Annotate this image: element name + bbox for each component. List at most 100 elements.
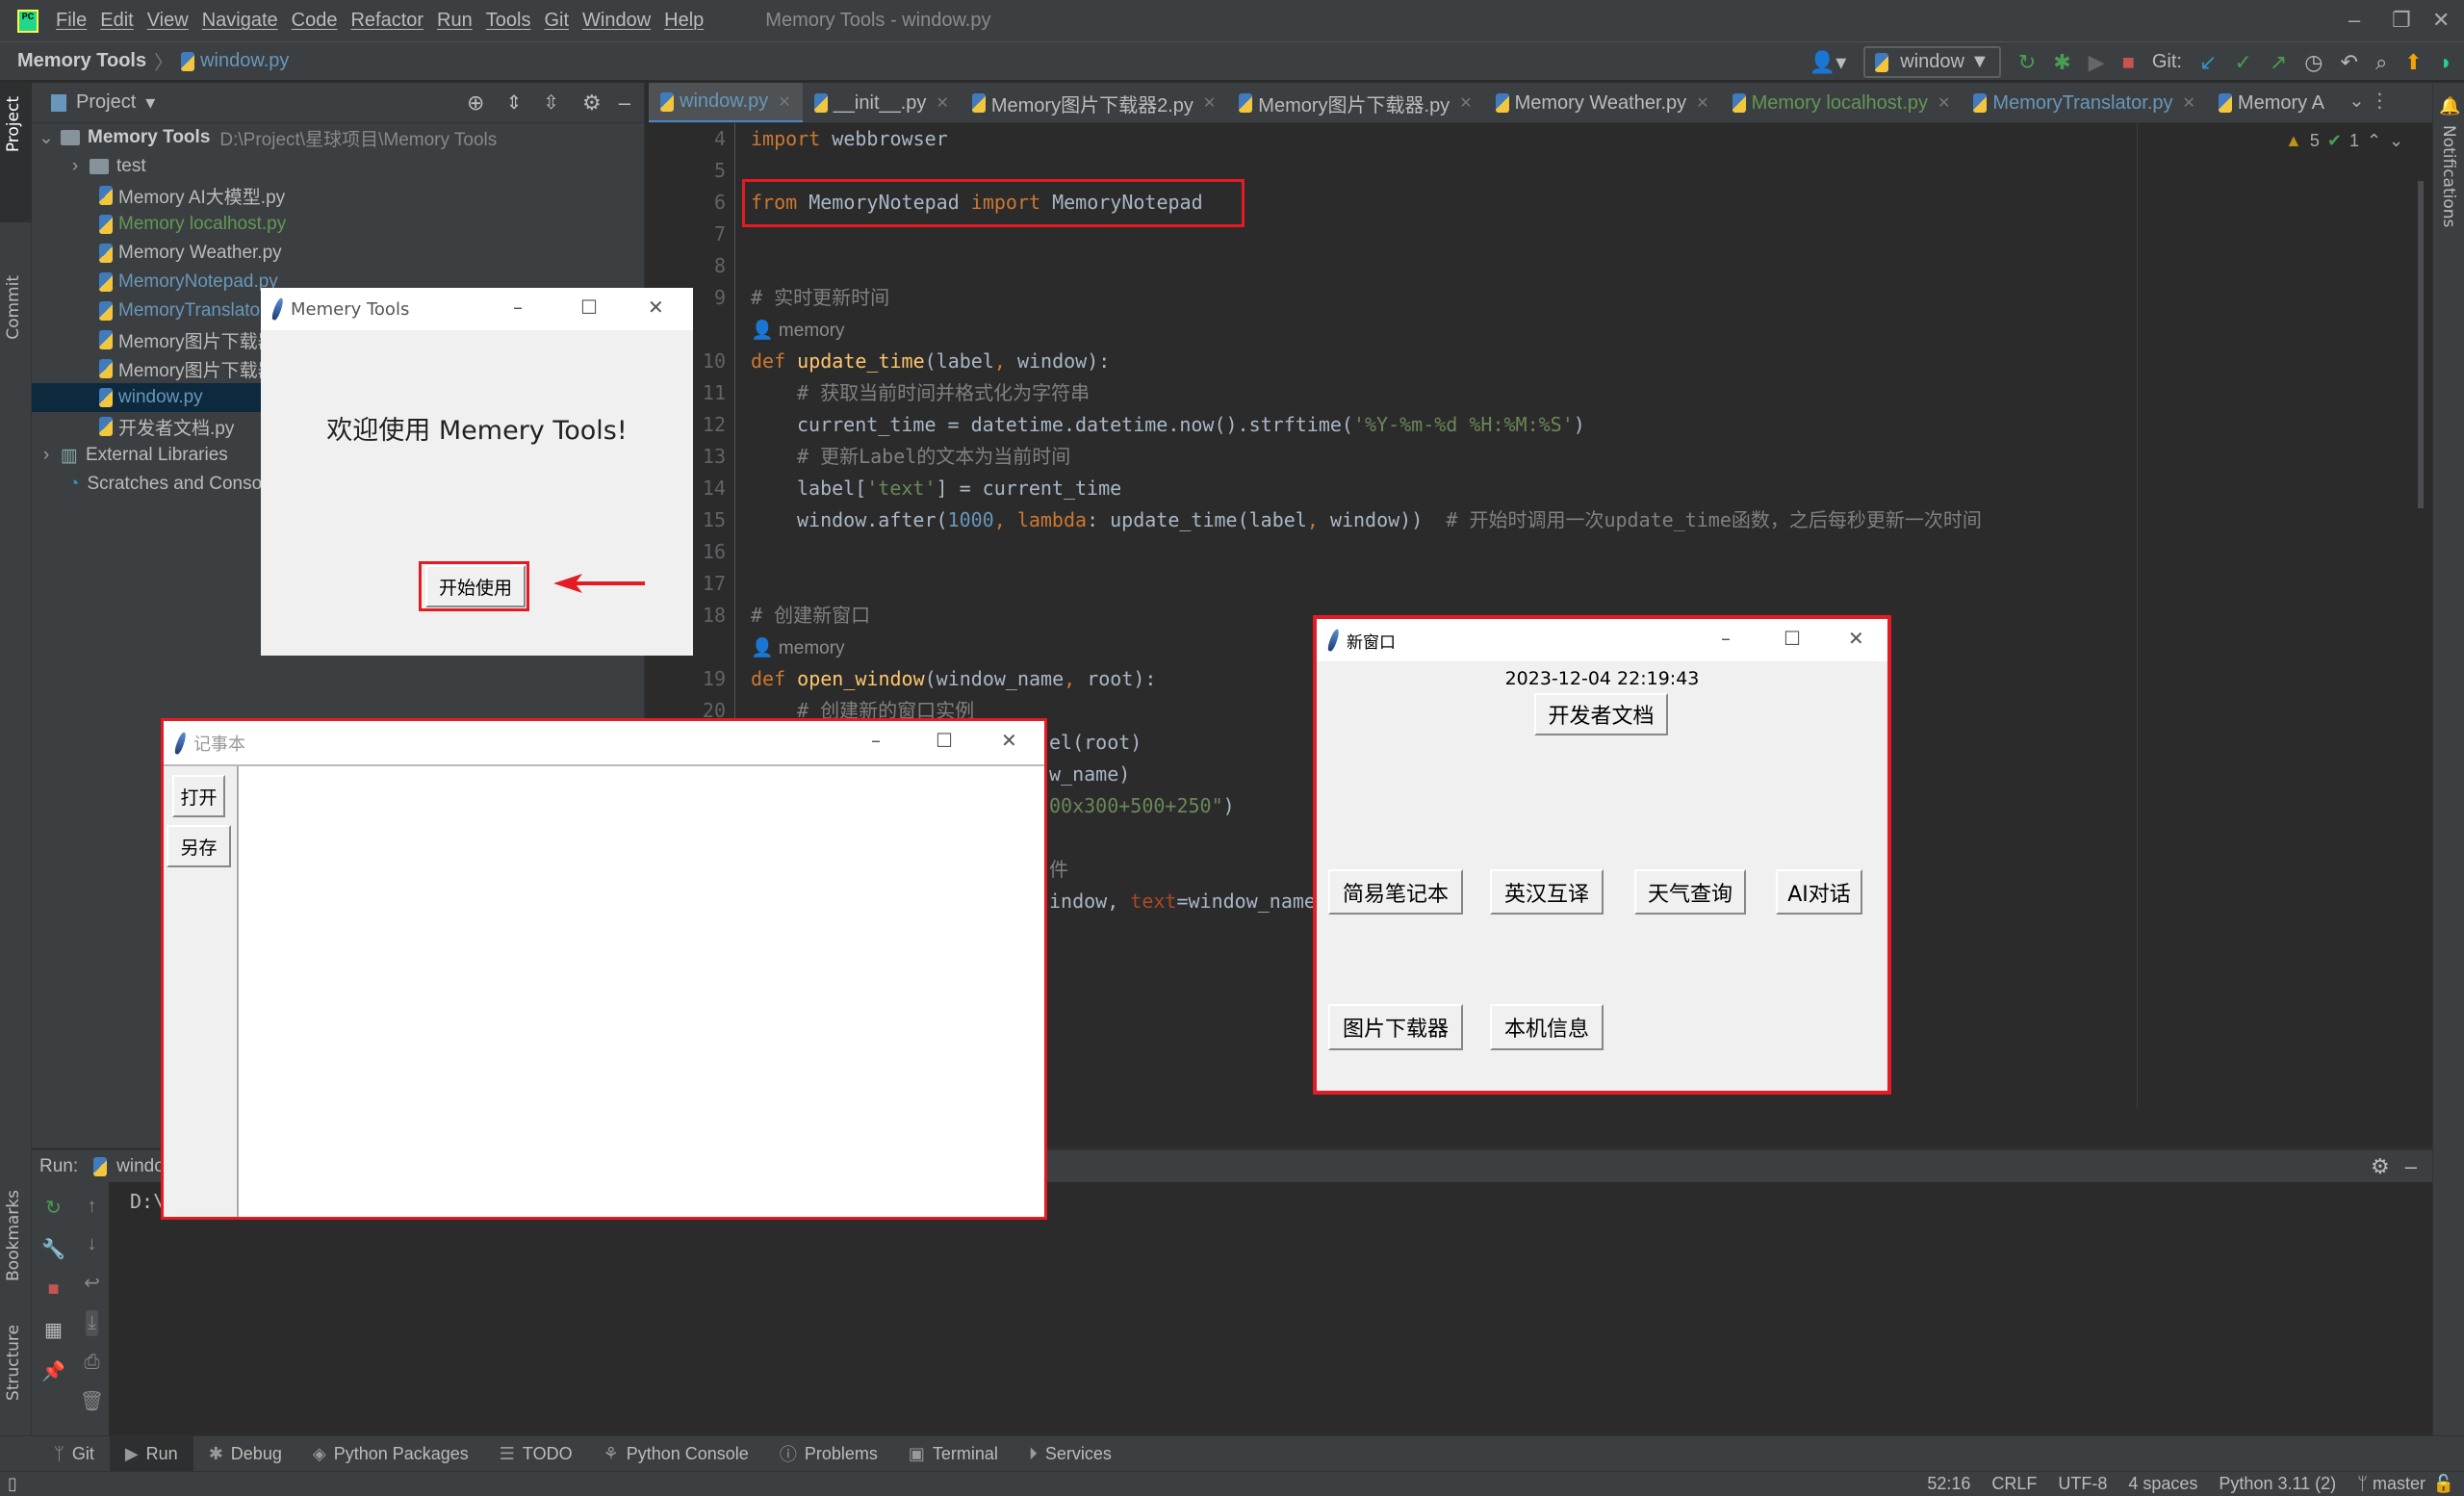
save-as-button[interactable]: 另存 [167,825,231,867]
close-button[interactable]: ✕ [648,296,664,319]
menu-git[interactable]: Git [544,10,569,32]
close-tab-icon[interactable]: ✕ [1938,93,1950,113]
close-button[interactable]: ✕ [1848,627,1864,650]
system-info-button[interactable]: 本机信息 [1490,1004,1604,1050]
close-tab-icon[interactable]: ✕ [778,92,790,112]
next-highlight-icon[interactable]: ⌄ [2389,131,2403,151]
git-commit-icon[interactable]: ✓ [2234,50,2251,75]
git-branch[interactable]: ᛘ master [2357,1474,2426,1494]
lock-icon[interactable]: 🔓 [2433,1474,2454,1494]
maximize-button[interactable]: ☐ [936,729,953,752]
layout-icon[interactable]: ▦ [44,1318,63,1342]
minimize-button[interactable]: – [1721,627,1731,650]
menu-help[interactable]: Help [664,10,704,32]
restore-button[interactable]: ❐ [2392,8,2411,33]
tree-item[interactable]: Memory AI大模型.py [32,181,644,210]
title-bar[interactable]: 记事本 – ☐ ✕ [164,721,1044,766]
pin-icon[interactable]: 📌 [41,1359,65,1383]
close-button[interactable]: ✕ [1001,729,1017,752]
menu-refactor[interactable]: Refactor [350,10,424,32]
prev-highlight-icon[interactable]: ⌃ [2367,131,2381,151]
print-icon[interactable]: ⎙ [85,1352,100,1374]
project-tool-button[interactable]: Project [4,96,23,152]
expand-all-icon[interactable]: ⇕ [505,90,522,115]
editor-tab[interactable]: Memory A [2207,83,2336,122]
ai-chat-button[interactable]: AI对话 [1776,869,1862,915]
close-button[interactable]: ✕ [2432,8,2450,33]
image-downloader-button[interactable]: 图片下载器 [1328,1004,1463,1050]
hide-panel-icon[interactable]: – [619,90,630,116]
close-tab-icon[interactable]: ✕ [1203,93,1216,113]
history-icon[interactable]: ◷ [2304,50,2323,75]
soft-wrap-icon[interactable]: ↩ [84,1271,100,1295]
collapse-all-icon[interactable]: ⇳ [543,90,559,115]
bottom-tab-git[interactable]: ᛘ Git [38,1436,110,1472]
menu-file[interactable]: File [56,10,87,32]
rerun-icon[interactable]: ↻ [45,1196,62,1220]
editor-tab[interactable]: MemoryTranslator.py ✕ [1962,83,2207,122]
jetbrains-icon[interactable]: ◗ [2440,50,2452,75]
user-icon[interactable]: 👤▾ [1810,50,1846,75]
maximize-button[interactable]: ☐ [580,296,598,319]
run-config-select[interactable]: window ▼ [1863,46,2001,78]
file-encoding[interactable]: UTF-8 [2058,1474,2107,1494]
tree-item[interactable]: Memory localhost.py [32,210,644,239]
rerun-icon[interactable]: ↻ [2018,50,2036,75]
chevron-right-icon[interactable]: › [32,445,61,466]
developer-docs-button[interactable]: 开发者文档 [1534,693,1668,735]
editor-tab[interactable]: Memory图片下载器2.py ✕ [961,83,1227,122]
trash-icon[interactable]: 🗑 [80,1389,104,1413]
tabs-overflow-icon[interactable]: ⌄ ⋮ [2348,89,2389,113]
bottom-tab-terminal[interactable]: ▣ Terminal [893,1436,1014,1472]
bottom-tab-debug[interactable]: ✱ Debug [193,1436,297,1472]
hide-panel-icon[interactable]: – [2405,1154,2417,1179]
menu-window[interactable]: Window [582,10,651,32]
minimize-button[interactable]: – [871,729,881,752]
menu-tools[interactable]: Tools [486,10,531,32]
git-update-icon[interactable]: ↙ [2199,50,2217,75]
bottom-tab-python-console[interactable]: ⚘ Python Console [588,1436,764,1472]
breadcrumb-file[interactable]: window.py [200,50,289,72]
bookmarks-tool-button[interactable]: Bookmarks [4,1190,23,1281]
bottom-tab-services[interactable]: ⏵ Services [1014,1436,1127,1472]
menu-view[interactable]: View [147,10,189,32]
tree-item[interactable]: › test [32,152,644,181]
commit-tool-button[interactable]: Commit [4,275,23,340]
chevron-right-icon[interactable]: › [61,156,90,177]
project-view-select[interactable]: Project [76,91,136,114]
stop-icon[interactable]: ■ [2122,50,2135,75]
menu-run[interactable]: Run [437,10,473,32]
title-bar[interactable]: Memery Tools – ☐ ✕ [261,288,693,330]
title-bar[interactable]: 新窗口 – ☐ ✕ [1317,619,1887,661]
coverage-icon[interactable]: ▶ [2089,50,2105,75]
close-tab-icon[interactable]: ✕ [2183,93,2195,113]
weather-button[interactable]: 天气查询 [1634,869,1746,915]
gear-icon[interactable]: ⚙ [582,90,602,116]
stop-icon[interactable]: ■ [47,1278,59,1301]
menu-code[interactable]: Code [292,10,338,32]
editor-scrollbar[interactable] [2418,181,2424,508]
bottom-tab-problems[interactable]: ⓘ Problems [764,1436,893,1472]
search-icon[interactable]: ⌕ [2375,50,2387,75]
tree-root[interactable]: ⌄ Memory Tools D:\Project\星球项目\Memory To… [32,123,644,152]
structure-tool-button[interactable]: Structure [4,1325,23,1401]
down-arrow-icon[interactable]: ↓ [88,1233,97,1255]
up-arrow-icon[interactable]: ↑ [88,1196,97,1218]
line-separator[interactable]: CRLF [1991,1474,2037,1494]
editor-tab[interactable]: window.py ✕ [649,83,803,122]
bottom-tab-python-packages[interactable]: ◈ Python Packages [297,1436,484,1472]
text-area[interactable] [237,766,1044,1217]
scroll-to-end-icon[interactable]: ⤓ [86,1310,98,1336]
wrench-icon[interactable]: 🔧 [41,1237,65,1261]
tree-item[interactable]: Memory Weather.py [32,239,644,268]
git-push-icon[interactable]: ↗ [2270,50,2287,75]
close-tab-icon[interactable]: ✕ [1459,93,1472,113]
inspection-widget[interactable]: ▲ 5 ✔ 1 ⌃ ⌄ [2285,131,2403,151]
maximize-button[interactable]: ☐ [1784,627,1801,650]
menu-edit[interactable]: Edit [100,10,133,32]
python-interpreter[interactable]: Python 3.11 (2) [2219,1474,2336,1494]
editor-tab[interactable]: __init__.py ✕ [803,83,961,122]
close-tab-icon[interactable]: ✕ [1696,93,1708,113]
notifications-tool-button[interactable]: Notifications [2439,125,2458,227]
dropdown-arrow-icon[interactable]: ▾ [145,90,155,115]
